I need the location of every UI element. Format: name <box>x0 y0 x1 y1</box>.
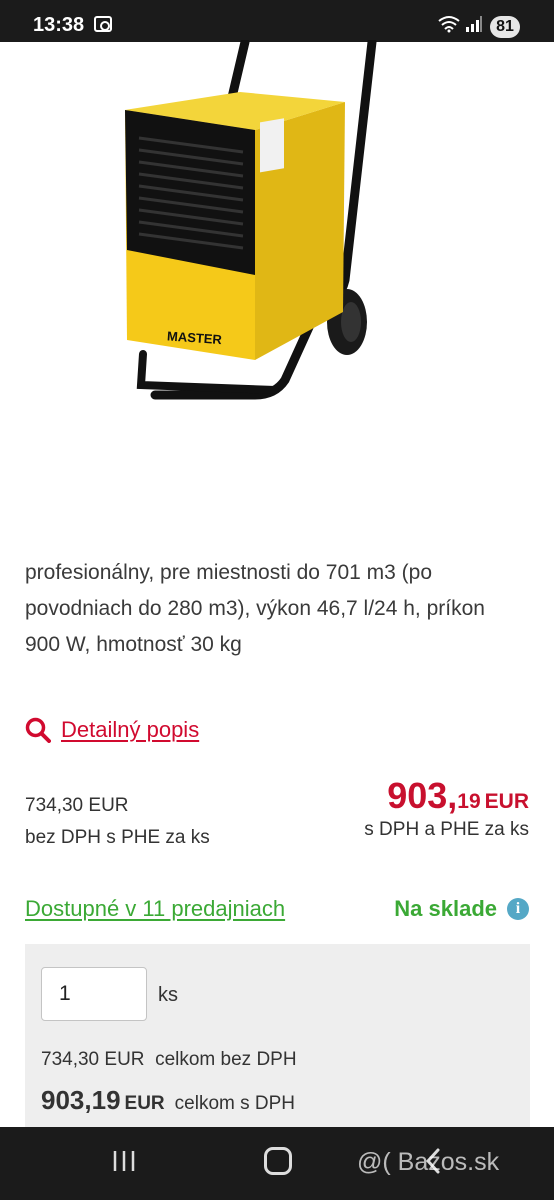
search-icon <box>25 717 51 743</box>
store-availability-link[interactable]: Dostupné v 11 predajniach <box>25 896 285 922</box>
info-icon[interactable]: i <box>507 898 529 920</box>
stock-status-label: Na sklade <box>394 896 497 921</box>
total-without-vat: 734,30 EUR celkom bez DPH <box>41 1049 297 1071</box>
total-with-vat: 903,19 EUR celkom s DPH <box>41 1085 295 1116</box>
signal-icon <box>466 16 482 32</box>
battery-indicator: 81 <box>490 16 520 38</box>
price-with-vat-block: 903,19 EUR s DPH a PHE za ks <box>364 775 529 841</box>
price-with-vat-integer: 903, <box>387 775 458 816</box>
price-with-vat: 903,19 EUR <box>364 775 529 817</box>
detail-link-label[interactable]: Detailný popis <box>61 717 199 743</box>
product-image[interactable]: MASTER <box>115 40 385 415</box>
total-without-vat-value: 734,30 EUR <box>41 1049 145 1070</box>
watermark: @( Bazos.sk <box>357 1148 500 1176</box>
status-bar: 13:38 81 <box>0 0 554 42</box>
status-time: 13:38 <box>33 14 85 36</box>
detail-link[interactable]: Detailný popis <box>25 714 199 746</box>
total-with-vat-note: celkom s DPH <box>174 1093 296 1114</box>
quantity-input[interactable]: 1 <box>41 967 147 1021</box>
price-with-vat-note: s DPH a PHE za ks <box>364 819 529 840</box>
price-without-vat-note: bez DPH s PHE za ks <box>25 827 210 848</box>
wifi-icon <box>438 16 460 33</box>
recent-apps-icon[interactable] <box>110 1149 140 1173</box>
stock-status: Na sklade i <box>394 896 529 922</box>
total-with-vat-value: 903,19 <box>41 1085 121 1115</box>
screenshot-icon <box>94 16 112 32</box>
quantity-unit: ks <box>158 984 178 1006</box>
price-without-vat-block: 734,30 EUR bez DPH s PHE za ks <box>25 790 210 854</box>
price-with-vat-currency: EUR <box>484 790 529 813</box>
price-without-vat: 734,30 EUR <box>25 795 129 816</box>
total-without-vat-note: celkom bez DPH <box>155 1049 297 1070</box>
home-icon[interactable] <box>264 1147 292 1175</box>
product-description: profesionálny, pre miestnosti do 701 m3 … <box>25 561 485 656</box>
add-to-cart-panel: 1 ks 734,30 EUR celkom bez DPH 903,19 EUR… <box>25 944 530 1134</box>
total-with-vat-currency: EUR <box>124 1093 165 1114</box>
price-with-vat-decimal: 19 <box>457 790 481 813</box>
